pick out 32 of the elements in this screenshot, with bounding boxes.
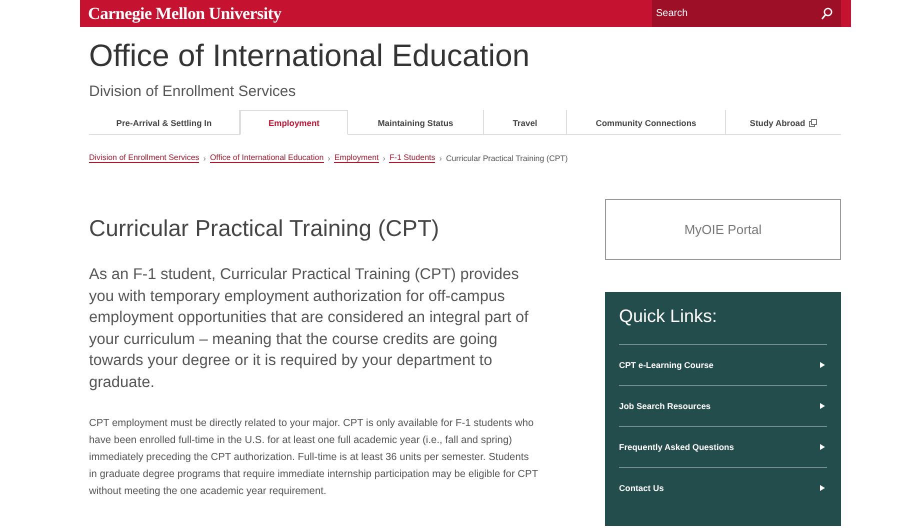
nav-tab[interactable]: Study Abroad — [726, 110, 841, 135]
quick-links-title: Quick Links: — [619, 306, 827, 345]
quick-link[interactable]: Job Search Resources — [619, 386, 827, 427]
arrow-icon — [820, 362, 825, 368]
breadcrumb-link[interactable]: F-1 Students — [389, 153, 436, 163]
breadcrumb-separator: › — [439, 154, 442, 162]
quick-link[interactable]: CPT e-Learning Course — [619, 345, 827, 386]
quick-link[interactable]: Frequently Asked Questions — [619, 427, 827, 468]
breadcrumb-link[interactable]: Division of Enrollment Services — [89, 153, 200, 163]
breadcrumb-current: Curricular Practical Training (CPT) — [446, 154, 568, 162]
breadcrumb-separator: › — [203, 154, 206, 162]
site-subtitle: Division of Enrollment Services — [89, 83, 297, 100]
arrow-icon — [820, 444, 825, 450]
breadcrumb-separator: › — [382, 154, 386, 162]
university-logo[interactable]: Carnegie Mellon University — [88, 4, 282, 24]
nav-tab[interactable]: Community Connections — [567, 110, 726, 135]
breadcrumb-link[interactable]: Office of International Education — [210, 153, 324, 163]
breadcrumb-link[interactable]: Employment — [334, 153, 379, 163]
arrow-icon — [820, 403, 825, 409]
arrow-icon — [820, 485, 825, 491]
site-title: Office of International Education — [89, 37, 531, 75]
nav-tab[interactable]: Maintaining Status — [348, 110, 484, 135]
page-title: Curricular Practical Training (CPT) — [89, 215, 440, 242]
search-field[interactable]: Search — [652, 0, 841, 27]
body-paragraph: CPT employment must be directly related to your major. CPT is only available for F-1 students who have been enrolled full-time in the U.S. for at least one full academic year (i.e., fall and spring) immediately preceding the CPT authorization. Full-time is at least 36 units per semester. Students in graduate degree programs that require immediate internship participation may be eligible for CPT without meeting the one academic year requirement. — [89, 417, 539, 499]
portal-button[interactable]: MyOIE Portal — [605, 199, 841, 260]
nav-tab[interactable]: Travel — [484, 110, 567, 135]
search-icon[interactable] — [821, 7, 833, 20]
breadcrumb-separator: › — [328, 154, 330, 162]
lead-paragraph: As an F-1 student, Curricular Practical Training (CPT) provides you with temporary employment authorization for off-campus employment opportunities that are considered an integral part of your curriculum – meaning that the course credits are going towards your degree or it is required by your department to graduate. — [89, 265, 530, 392]
quick-link[interactable]: Contact Us — [619, 468, 827, 508]
nav-tab[interactable]: Employment — [240, 110, 348, 135]
